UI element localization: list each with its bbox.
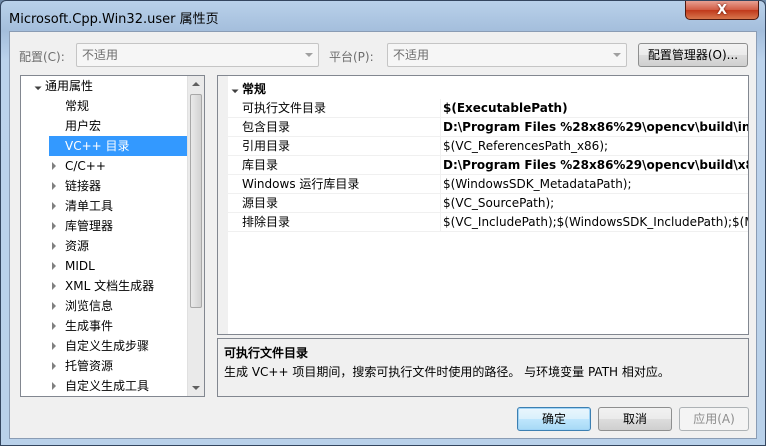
tree-item-label: 常规 [65, 99, 90, 113]
scroll-down-icon[interactable] [192, 386, 200, 390]
tree-item-label: 自定义生成步骤 [65, 339, 150, 353]
tree-root-label: 通用属性 [45, 79, 94, 93]
tree-item[interactable]: 链接器 [65, 176, 101, 196]
chevron-down-icon [613, 53, 621, 57]
tree-item-label: 浏览信息 [65, 299, 114, 313]
expand-icon[interactable] [52, 202, 56, 210]
property-name: 源目录 [242, 196, 279, 210]
expand-icon[interactable] [52, 262, 56, 270]
property-name: Windows 运行库目录 [242, 177, 360, 191]
platform-dropdown[interactable]: 不适用 [387, 43, 627, 67]
expand-icon[interactable] [52, 242, 56, 250]
grid-category-label: 常规 [242, 82, 267, 96]
tree-item[interactable]: 浏览信息 [65, 296, 113, 316]
platform-label: 平台(P): [329, 50, 374, 64]
expand-icon[interactable] [52, 222, 56, 230]
property-row[interactable]: 库目录 D:\Program Files %28x86%29\opencv\bui… [218, 156, 748, 175]
collapse-icon[interactable] [32, 80, 42, 91]
collapse-icon[interactable] [229, 83, 239, 94]
tree-item[interactable]: 自定义生成工具 [65, 376, 149, 396]
property-row[interactable]: 包含目录 D:\Program Files %28x86%29\opencv\bu… [218, 118, 748, 137]
scroll-up-icon[interactable] [192, 82, 200, 86]
tree-item-label: VC++ 目录 [65, 139, 130, 153]
tree-item-label: 托管资源 [65, 359, 114, 373]
apply-button[interactable]: 应用(A) [679, 407, 749, 431]
tree-item-label: 用户宏 [65, 119, 102, 133]
platform-dropdown-value: 不适用 [393, 48, 430, 62]
property-value[interactable]: $(VC_ReferencesPath_x86); [440, 137, 748, 156]
chevron-down-icon [305, 53, 313, 57]
tree-item[interactable]: 自定义生成步骤 [65, 336, 149, 356]
scrollbar-thumb[interactable] [190, 94, 202, 308]
tree-item[interactable]: 托管资源 [65, 356, 113, 376]
expand-icon[interactable] [52, 302, 56, 310]
tree-item[interactable]: 资源 [65, 236, 89, 256]
config-dropdown[interactable]: 不适用 [76, 43, 319, 67]
expand-icon[interactable] [52, 162, 56, 170]
tree-item[interactable]: 库管理器 [65, 216, 113, 236]
property-name: 引用目录 [242, 139, 291, 153]
config-label: 配置(C): [19, 50, 65, 64]
property-name: 排除目录 [242, 215, 291, 229]
dialog-client-area: 配置(C): 不适用 平台(P): 不适用 配置管理器(O)... 通用属性 常… [9, 31, 757, 439]
property-row[interactable]: 引用目录 $(VC_ReferencesPath_x86); [218, 137, 748, 156]
property-row[interactable]: 可执行文件目录 $(ExecutablePath) [218, 99, 748, 118]
tree-item[interactable]: 常规 [65, 96, 89, 116]
expand-icon[interactable] [52, 382, 56, 390]
tree-item-label: 生成事件 [65, 319, 114, 333]
tree-item-label: 自定义生成工具 [65, 379, 150, 393]
expand-icon[interactable] [52, 362, 56, 370]
tree-item[interactable]: 生成事件 [65, 316, 113, 336]
tree-item[interactable]: 用户宏 [65, 116, 101, 136]
property-name: 库目录 [242, 158, 279, 172]
expand-icon[interactable] [52, 342, 56, 350]
property-value[interactable]: $(VC_SourcePath); [440, 194, 748, 213]
property-name: 包含目录 [242, 120, 291, 134]
ok-button[interactable]: 确定 [517, 407, 591, 431]
close-icon: X [716, 2, 728, 18]
tree-item-label: 资源 [65, 239, 90, 253]
close-button[interactable]: X [685, 1, 759, 20]
tree-item-label: C/C++ [65, 159, 106, 173]
properties-dialog: Microsoft.Cpp.Win32.user 属性页 X 配置(C): 不适… [0, 0, 766, 446]
tree-item-label: 链接器 [65, 179, 102, 193]
property-row[interactable]: 源目录 $(VC_SourcePath); [218, 194, 748, 213]
config-manager-button[interactable]: 配置管理器(O)... [638, 43, 748, 67]
property-tree[interactable]: 通用属性 常规用户宏 VC++ 目录 C/C++ 链接器清单工具库管理器资源 MIDL X… [20, 75, 205, 397]
window-title: Microsoft.Cpp.Win32.user 属性页 [9, 12, 219, 27]
description-text: 生成 VC++ 项目期间，搜索可执行文件时使用的路径。 与环境变量 PATH 相… [224, 365, 670, 379]
property-value[interactable]: $(WindowsSDK_MetadataPath); [440, 175, 748, 194]
tree-item-label: MIDL [65, 259, 95, 273]
expand-icon[interactable] [52, 182, 56, 190]
property-value[interactable]: $(VC_IncludePath);$(WindowsSDK_IncludePa… [440, 213, 748, 232]
tree-item[interactable]: C/C++ [65, 156, 106, 176]
tree-item[interactable]: 清单工具 [65, 196, 113, 216]
property-value[interactable]: $(ExecutablePath) [440, 99, 748, 118]
cancel-button[interactable]: 取消 [598, 407, 672, 431]
tree-item[interactable]: MIDL [65, 256, 95, 276]
tree-scrollbar[interactable] [187, 76, 204, 396]
property-name: 可执行文件目录 [242, 101, 327, 115]
property-grid[interactable]: 常规 可执行文件目录 $(ExecutablePath) 包含目录 D:\Progra… [217, 75, 749, 335]
tree-item[interactable]: VC++ 目录 [49, 136, 187, 156]
description-panel: 可执行文件目录 生成 VC++ 项目期间，搜索可执行文件时使用的路径。 与环境变… [217, 338, 749, 397]
description-title: 可执行文件目录 [224, 346, 309, 360]
tree-item-label: 清单工具 [65, 199, 114, 213]
tree-item-label: XML 文档生成器 [65, 279, 155, 293]
expand-icon[interactable] [52, 322, 56, 330]
tree-item-label: 库管理器 [65, 219, 114, 233]
config-dropdown-value: 不适用 [82, 48, 119, 62]
expand-icon[interactable] [52, 282, 56, 290]
property-value[interactable]: D:\Program Files %28x86%29\opencv\build\… [440, 156, 748, 175]
grid-category-general[interactable]: 常规 [218, 79, 748, 99]
tree-item[interactable]: XML 文档生成器 [65, 276, 154, 296]
property-value[interactable]: D:\Program Files %28x86%29\opencv\build\… [440, 118, 748, 137]
property-row[interactable]: 排除目录 $(VC_IncludePath);$(WindowsSDK_Inclu… [218, 213, 748, 232]
title-bar[interactable]: Microsoft.Cpp.Win32.user 属性页 X [1, 1, 765, 31]
property-row[interactable]: Windows 运行库目录 $(WindowsSDK_MetadataPath); [218, 175, 748, 194]
tree-root-common-properties[interactable]: 通用属性 [45, 76, 93, 96]
